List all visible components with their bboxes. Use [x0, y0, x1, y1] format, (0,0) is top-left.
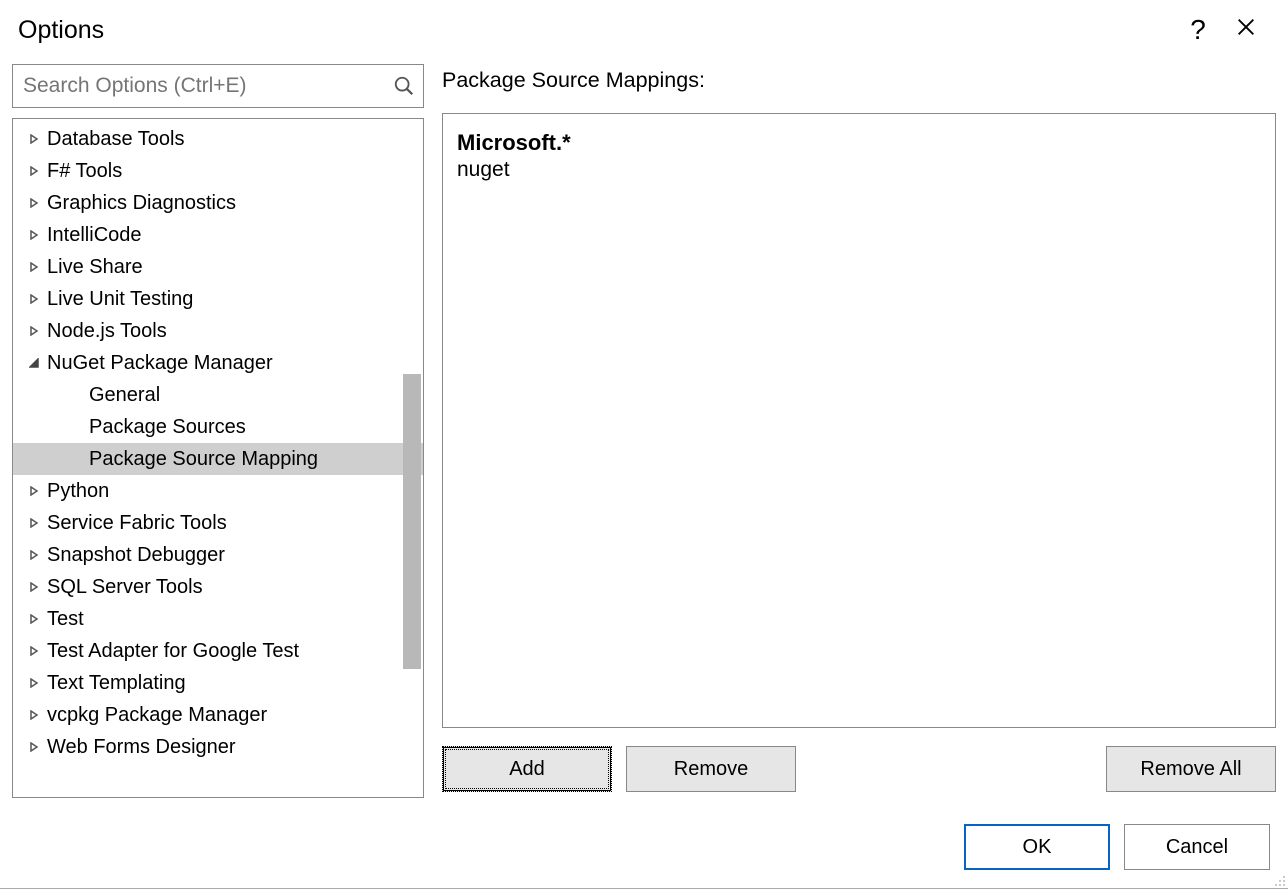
tree-item-label: vcpkg Package Manager — [47, 704, 267, 727]
ok-button[interactable]: OK — [964, 824, 1110, 870]
chevron-right-icon[interactable] — [27, 484, 41, 498]
tree-item[interactable]: Live Unit Testing — [13, 283, 423, 315]
tree-item-label: F# Tools — [47, 160, 122, 183]
tree-item[interactable]: Graphics Diagnostics — [13, 187, 423, 219]
chevron-right-icon[interactable] — [27, 644, 41, 658]
tree-indent — [69, 420, 83, 434]
tree-scrollbar-thumb[interactable] — [403, 374, 421, 669]
tree-item-label: Web Forms Designer — [47, 736, 236, 759]
chevron-right-icon[interactable] — [27, 292, 41, 306]
mapping-entry[interactable]: Microsoft.* nuget — [457, 130, 1261, 182]
help-button[interactable]: ? — [1174, 10, 1222, 50]
mappings-heading: Package Source Mappings: — [442, 68, 1276, 93]
tree-item[interactable]: Service Fabric Tools — [13, 507, 423, 539]
tree-item-label: Test — [47, 608, 84, 631]
tree-item[interactable]: F# Tools — [13, 155, 423, 187]
dialog-title: Options — [18, 16, 1174, 45]
left-column: Database Tools F# Tools Graphics Diagnosti… — [12, 64, 424, 798]
tree-item[interactable]: NuGet Package Manager — [13, 347, 423, 379]
resize-grip[interactable] — [1270, 871, 1286, 887]
tree-item[interactable]: Test Adapter for Google Test — [13, 635, 423, 667]
tree-item[interactable]: Text Templating — [13, 667, 423, 699]
tree-item[interactable]: Test — [13, 603, 423, 635]
tree-item-label: General — [89, 384, 160, 407]
tree-item[interactable]: IntelliCode — [13, 219, 423, 251]
tree-item[interactable]: Node.js Tools — [13, 315, 423, 347]
options-dialog: Options ? Database Tools F# Tools Graphics… — [0, 0, 1288, 889]
tree-item[interactable]: Live Share — [13, 251, 423, 283]
chevron-right-icon[interactable] — [27, 516, 41, 530]
tree-item[interactable]: vcpkg Package Manager — [13, 699, 423, 731]
chevron-right-icon[interactable] — [27, 324, 41, 338]
tree-item-label: Python — [47, 480, 109, 503]
tree-item[interactable]: Python — [13, 475, 423, 507]
tree-item[interactable]: Snapshot Debugger — [13, 539, 423, 571]
search-input[interactable] — [21, 73, 393, 99]
dialog-footer: OK Cancel — [0, 798, 1288, 888]
chevron-right-icon[interactable] — [27, 708, 41, 722]
tree-item-label: Graphics Diagnostics — [47, 192, 236, 215]
search-box[interactable] — [12, 64, 424, 108]
content-area: Database Tools F# Tools Graphics Diagnosti… — [0, 64, 1288, 798]
tree-item-label: Live Share — [47, 256, 143, 279]
remove-all-button[interactable]: Remove All — [1106, 746, 1276, 792]
cancel-button[interactable]: Cancel — [1124, 824, 1270, 870]
tree-item-label: NuGet Package Manager — [47, 352, 273, 375]
close-icon — [1235, 16, 1257, 45]
tree-item-label: Package Sources — [89, 416, 246, 439]
tree-item-label: Snapshot Debugger — [47, 544, 225, 567]
help-icon: ? — [1190, 14, 1206, 46]
tree-item-label: Database Tools — [47, 128, 185, 151]
options-tree[interactable]: Database Tools F# Tools Graphics Diagnosti… — [13, 119, 423, 797]
chevron-right-icon[interactable] — [27, 676, 41, 690]
tree-item[interactable]: Web Forms Designer — [13, 731, 423, 763]
tree-item-label: SQL Server Tools — [47, 576, 203, 599]
chevron-right-icon[interactable] — [27, 740, 41, 754]
titlebar: Options ? — [0, 0, 1288, 64]
tree-item-label: Service Fabric Tools — [47, 512, 227, 535]
tree-item[interactable]: Package Sources — [13, 411, 423, 443]
chevron-right-icon[interactable] — [27, 228, 41, 242]
tree-item-label: IntelliCode — [47, 224, 142, 247]
tree-item-label: Test Adapter for Google Test — [47, 640, 299, 663]
tree-item[interactable]: General — [13, 379, 423, 411]
mapping-pattern: Microsoft.* — [457, 130, 1261, 156]
remove-button[interactable]: Remove — [626, 746, 796, 792]
close-button[interactable] — [1222, 10, 1270, 50]
tree-item-label: Live Unit Testing — [47, 288, 193, 311]
chevron-right-icon[interactable] — [27, 580, 41, 594]
tree-item[interactable]: SQL Server Tools — [13, 571, 423, 603]
tree-indent — [69, 452, 83, 466]
tree-item-label: Text Templating — [47, 672, 186, 695]
chevron-right-icon[interactable] — [27, 164, 41, 178]
chevron-down-icon[interactable] — [27, 356, 41, 370]
mapping-actions: Add Remove Remove All — [442, 746, 1276, 798]
chevron-right-icon[interactable] — [27, 196, 41, 210]
tree-item-label: Package Source Mapping — [89, 448, 318, 471]
tree-item[interactable]: Database Tools — [13, 123, 423, 155]
tree-item-label: Node.js Tools — [47, 320, 167, 343]
search-icon — [393, 75, 415, 97]
tree-indent — [69, 388, 83, 402]
right-column: Package Source Mappings: Microsoft.* nug… — [442, 64, 1276, 798]
options-tree-container: Database Tools F# Tools Graphics Diagnosti… — [12, 118, 424, 798]
mapping-source: nuget — [457, 158, 1261, 182]
add-button[interactable]: Add — [442, 746, 612, 792]
chevron-right-icon[interactable] — [27, 548, 41, 562]
tree-item[interactable]: Package Source Mapping — [13, 443, 423, 475]
chevron-right-icon[interactable] — [27, 612, 41, 626]
mappings-listbox[interactable]: Microsoft.* nuget — [442, 113, 1276, 728]
chevron-right-icon[interactable] — [27, 260, 41, 274]
chevron-right-icon[interactable] — [27, 132, 41, 146]
